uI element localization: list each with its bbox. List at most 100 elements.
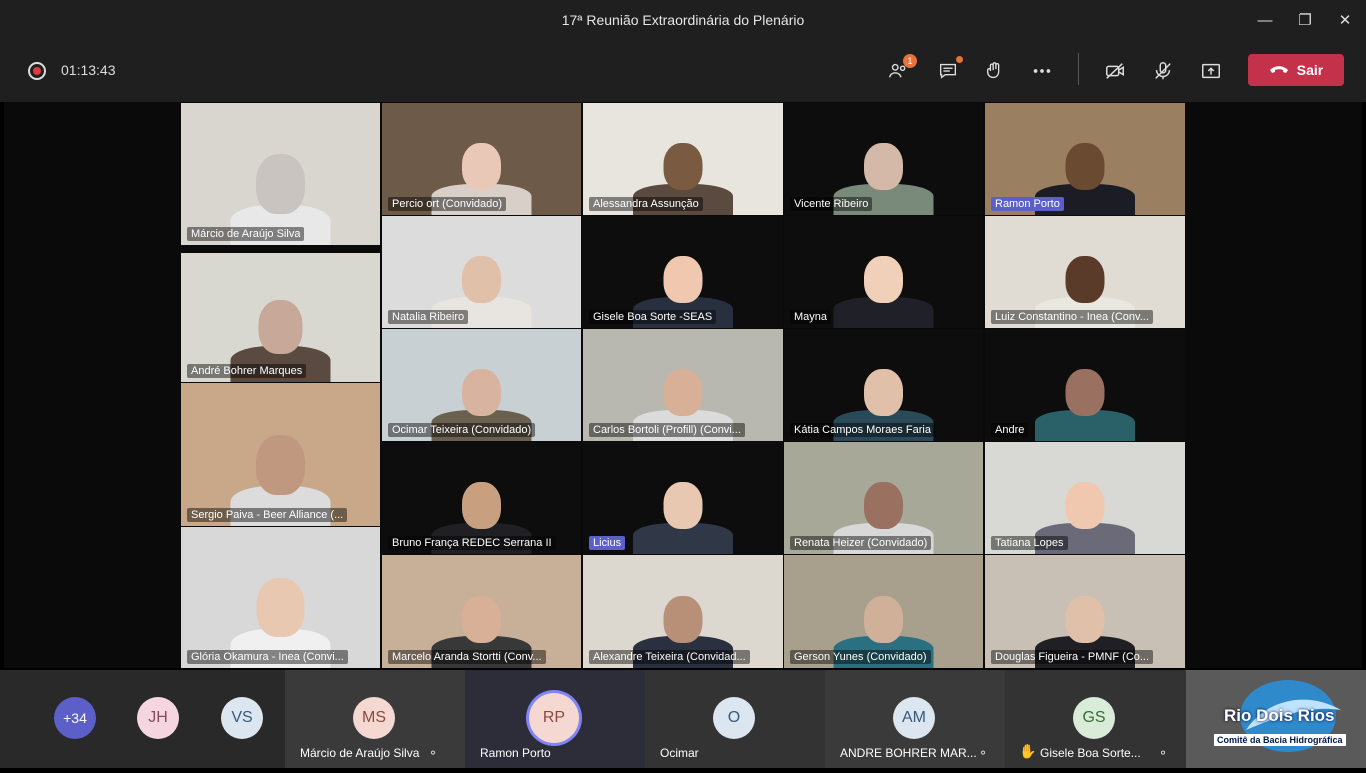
raised-hand-icon: ✋ — [1019, 743, 1037, 759]
video-tile[interactable]: Carlos Bortoli (Profill) (Convi... — [583, 329, 783, 441]
participant-name-label: Alexandre Teixeira (Convidad... — [589, 650, 750, 664]
participant-head — [663, 143, 703, 190]
video-tile[interactable]: Mayna — [784, 216, 983, 328]
microphone-button[interactable] — [1150, 58, 1176, 84]
avatar: O — [713, 697, 755, 739]
avatar: MS — [353, 697, 395, 739]
recording-icon — [28, 62, 46, 80]
participant-head — [864, 256, 903, 303]
video-tile[interactable]: Gisele Boa Sorte -SEAS — [583, 216, 783, 328]
mic-muted-icon: ⚬ — [978, 746, 989, 760]
participant-name: Ramon Porto — [480, 746, 551, 760]
participant-name-label: Andre — [991, 423, 1029, 437]
reactions-button[interactable] — [982, 58, 1008, 84]
participant-head — [1065, 143, 1105, 190]
avatar: AM — [893, 697, 935, 739]
participant-name-label: André Bohrer Marques — [187, 364, 307, 378]
participant-head — [663, 256, 703, 303]
meeting-timer: 01:13:43 — [61, 62, 116, 78]
video-tile[interactable]: Sergio Paiva - Beer Alliance (... — [181, 383, 380, 526]
video-tile[interactable]: Ramon Porto — [985, 103, 1185, 215]
share-screen-icon — [1202, 63, 1220, 79]
participants-button[interactable]: 1 — [885, 54, 917, 84]
participant-name-label: Luiz Constantino - Inea (Conv... — [991, 310, 1153, 324]
participant-slot[interactable]: MS Márcio de Araújo Silva ⚬ — [285, 670, 465, 768]
participant-head — [462, 596, 501, 643]
chat-button[interactable] — [935, 56, 963, 84]
participant-name-label: Marcelo Aranda Stortti (Conv... — [388, 650, 546, 664]
video-tile[interactable]: Márcio de Araújo Silva — [181, 103, 380, 245]
participant-slot[interactable]: AM ANDRE BOHRER MAR... ⚬ — [825, 670, 1005, 768]
participant-name: Gisele Boa Sorte... — [1040, 746, 1141, 760]
participant-video — [226, 253, 335, 382]
leave-button[interactable]: Sair — [1248, 54, 1344, 86]
participant-name-label: Licius — [589, 536, 626, 550]
participant-name-label: Mayna — [790, 310, 832, 324]
participant-name-label: Gerson Yunes (Convidado) — [790, 650, 931, 664]
more-actions-button[interactable] — [1029, 58, 1055, 84]
window-title: 17ª Reunião Extraordinária do Plenário — [561, 12, 805, 28]
participant-head — [864, 596, 903, 643]
participant-slot[interactable]: RP Ramon Porto — [465, 670, 645, 768]
video-tile[interactable]: Licius — [583, 442, 783, 554]
chat-icon — [939, 63, 957, 79]
participant-head — [462, 256, 501, 303]
video-tile[interactable]: Douglas Figueira - PMNF (Co... — [985, 555, 1185, 668]
participant-name-label: Márcio de Araújo Silva — [187, 227, 305, 241]
avatar[interactable]: VS — [221, 697, 263, 739]
participant-name-label: Alessandra Assunção — [589, 197, 703, 211]
overflow-participants-button[interactable]: +34 — [54, 697, 96, 739]
video-tile[interactable]: Bruno França REDEC Serrana II — [382, 442, 581, 554]
participant-name-label: Kátia Campos Moraes Faria — [790, 423, 935, 437]
share-button[interactable] — [1198, 58, 1224, 84]
close-icon[interactable]: ✕ — [1322, 0, 1366, 40]
participant-name-label: Ramon Porto — [991, 197, 1064, 211]
video-tile[interactable]: Alexandre Teixeira (Convidad... — [583, 555, 783, 668]
title-bar: 17ª Reunião Extraordinária do Plenário —… — [0, 0, 1366, 40]
mic-muted-icon: ⚬ — [428, 746, 439, 760]
participant-name: Ocimar — [660, 746, 699, 760]
video-tile[interactable]: Vicente Ribeiro — [784, 103, 983, 215]
participant-video — [628, 442, 738, 554]
participant-name-label: Carlos Bortoli (Profill) (Convi... — [589, 423, 745, 437]
participant-name-label: Glória Okamura - Inea (Convi... — [187, 650, 348, 664]
logo-subtitle: Comitê da Bacia Hidrográfica — [1214, 734, 1346, 746]
avatar[interactable]: JH — [137, 697, 179, 739]
participant-slot[interactable]: O Ocimar — [645, 670, 825, 768]
participant-head — [1065, 369, 1105, 416]
participant-head — [462, 482, 501, 529]
participant-head — [663, 596, 703, 643]
video-tile[interactable]: Andre — [985, 329, 1185, 441]
committee-logo: Rio Dois Rios Comitê da Bacia Hidrográfi… — [1186, 670, 1366, 768]
video-tile[interactable]: Marcelo Aranda Stortti (Conv... — [382, 555, 581, 668]
video-tile[interactable]: Ocimar Teixeira (Convidado) — [382, 329, 581, 441]
participant-head — [1065, 256, 1105, 303]
participant-head — [258, 300, 303, 354]
video-tile[interactable]: Gerson Yunes (Convidado) — [784, 555, 983, 668]
video-tile[interactable]: Alessandra Assunção — [583, 103, 783, 215]
participant-strip: +34 JH VS MS Márcio de Araújo Silva ⚬ RP… — [0, 670, 1366, 768]
participant-name: Márcio de Araújo Silva — [300, 746, 420, 760]
video-tile[interactable]: Tatiana Lopes — [985, 442, 1185, 554]
participant-name-label: Tatiana Lopes — [991, 536, 1068, 550]
video-tile[interactable]: Natalia Ribeiro — [382, 216, 581, 328]
participant-name-label: Vicente Ribeiro — [790, 197, 873, 211]
participant-head — [256, 154, 305, 214]
participant-head — [256, 435, 305, 495]
participant-video — [226, 527, 335, 668]
video-tile[interactable]: Glória Okamura - Inea (Convi... — [181, 527, 380, 668]
chat-notification-dot — [956, 56, 963, 63]
participant-name-label: Sergio Paiva - Beer Alliance (... — [187, 508, 348, 522]
video-tile[interactable]: Kátia Campos Moraes Faria — [784, 329, 983, 441]
video-tile[interactable]: André Bohrer Marques — [181, 253, 380, 382]
video-tile[interactable]: Luiz Constantino - Inea (Conv... — [985, 216, 1185, 328]
participant-head — [462, 143, 501, 190]
video-tile[interactable]: Renata Heizer (Convidado) — [784, 442, 983, 554]
participant-head — [864, 482, 903, 529]
participant-video — [226, 103, 335, 245]
participant-head — [864, 143, 903, 190]
video-tile[interactable]: Percio ort (Convidado) — [382, 103, 581, 215]
camera-button[interactable] — [1102, 58, 1128, 84]
participant-head — [663, 369, 703, 416]
participant-slot[interactable]: GS ✋ Gisele Boa Sorte... ⚬ — [1005, 670, 1186, 768]
